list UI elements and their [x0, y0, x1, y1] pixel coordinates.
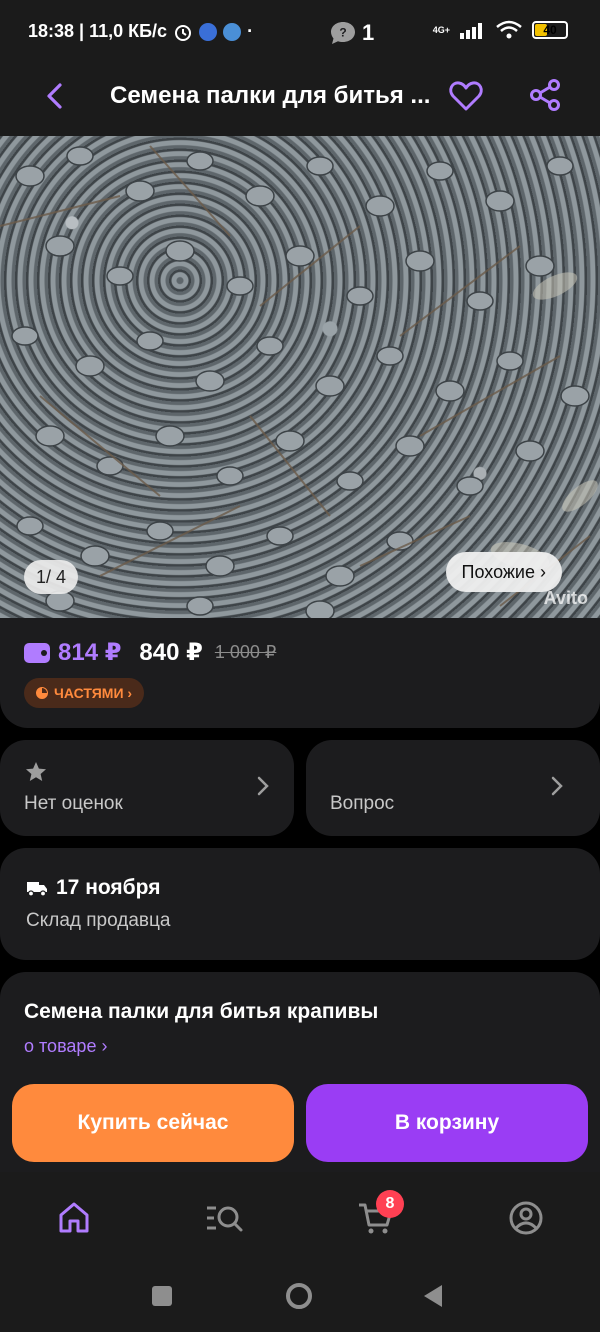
add-to-cart-button[interactable]: В корзину [306, 1084, 588, 1162]
product-photo[interactable]: 1/ 4 Похожие › Avito [0, 136, 600, 618]
app-header: Семена палки для битья ... [0, 64, 600, 136]
photo-counter: 1/ 4 [24, 560, 79, 594]
dot-icon: · [247, 21, 254, 41]
rating-card[interactable]: Нет оценок [0, 740, 294, 836]
about-product-link[interactable]: о товаре › [24, 1036, 107, 1057]
wallet-icon [24, 642, 50, 663]
battery-level: 40 [543, 23, 557, 37]
system-nav-bar [0, 1264, 600, 1332]
recents-icon[interactable] [152, 1286, 172, 1306]
delivery-card[interactable]: 17 ноября Склад продавца [0, 848, 600, 960]
delivery-truck-icon [27, 882, 47, 897]
old-price: 1 000 ₽ [214, 642, 277, 662]
rating-label: Нет оценок [24, 793, 123, 814]
alarm-icon [175, 24, 192, 41]
cart-badge: 8 [376, 1190, 404, 1218]
similar-button[interactable]: Похожие › [445, 552, 562, 592]
page-title: Семена палки для битья ... [110, 82, 431, 109]
back-nav-icon[interactable] [424, 1285, 442, 1307]
seeds-image [0, 145, 598, 618]
back-arrow-icon[interactable] [40, 80, 72, 112]
question-bubble-icon: ? [331, 22, 355, 44]
questions-card[interactable] [306, 740, 600, 836]
tab-bar [0, 1172, 600, 1264]
status-bar: 18:38 | 11,0 КБ/с · 4G+ 40 [0, 0, 600, 64]
wifi-icon [496, 20, 522, 39]
home-nav-icon[interactable] [286, 1283, 312, 1309]
buy-now-button[interactable]: Купить сейчас [12, 1084, 294, 1162]
price-card: 814 ₽ 840 ₽ 1 000 ₽ ЧАСТЯМИ › [0, 618, 600, 728]
home-icon[interactable] [54, 1198, 94, 1238]
app-notification-icon [199, 22, 218, 41]
svg-text:?: ? [339, 26, 346, 40]
share-icon[interactable] [528, 78, 562, 112]
card-price: 814 ₽ [58, 639, 122, 666]
questions-count: 1 [362, 20, 375, 45]
status-time: 18:38 | 11,0 КБ/с [28, 21, 168, 41]
avito-watermark: Avito [543, 588, 588, 608]
profile-icon[interactable] [506, 1198, 546, 1238]
catalog-search-icon[interactable] [204, 1198, 244, 1238]
price: 840 ₽ [139, 639, 203, 666]
signal-icon [460, 23, 482, 39]
telegram-icon [223, 22, 242, 41]
questions-label: Вопрос [330, 793, 395, 814]
chevron-right-icon [551, 776, 563, 796]
delivery-date: 17 ноября [56, 876, 161, 899]
chevron-right-icon [257, 776, 269, 796]
star-icon [26, 762, 46, 781]
installments-badge[interactable]: ЧАСТЯМИ › [24, 678, 145, 708]
installments-label: ЧАСТЯМИ › [54, 685, 133, 701]
product-title: Семена палки для битья крапивы [24, 1000, 379, 1023]
battery-icon: 40 [532, 21, 568, 39]
heart-icon[interactable] [448, 78, 484, 114]
delivery-source: Склад продавца [26, 910, 171, 931]
network-type: 4G+ [432, 25, 450, 35]
pie-chart-icon [36, 687, 48, 699]
